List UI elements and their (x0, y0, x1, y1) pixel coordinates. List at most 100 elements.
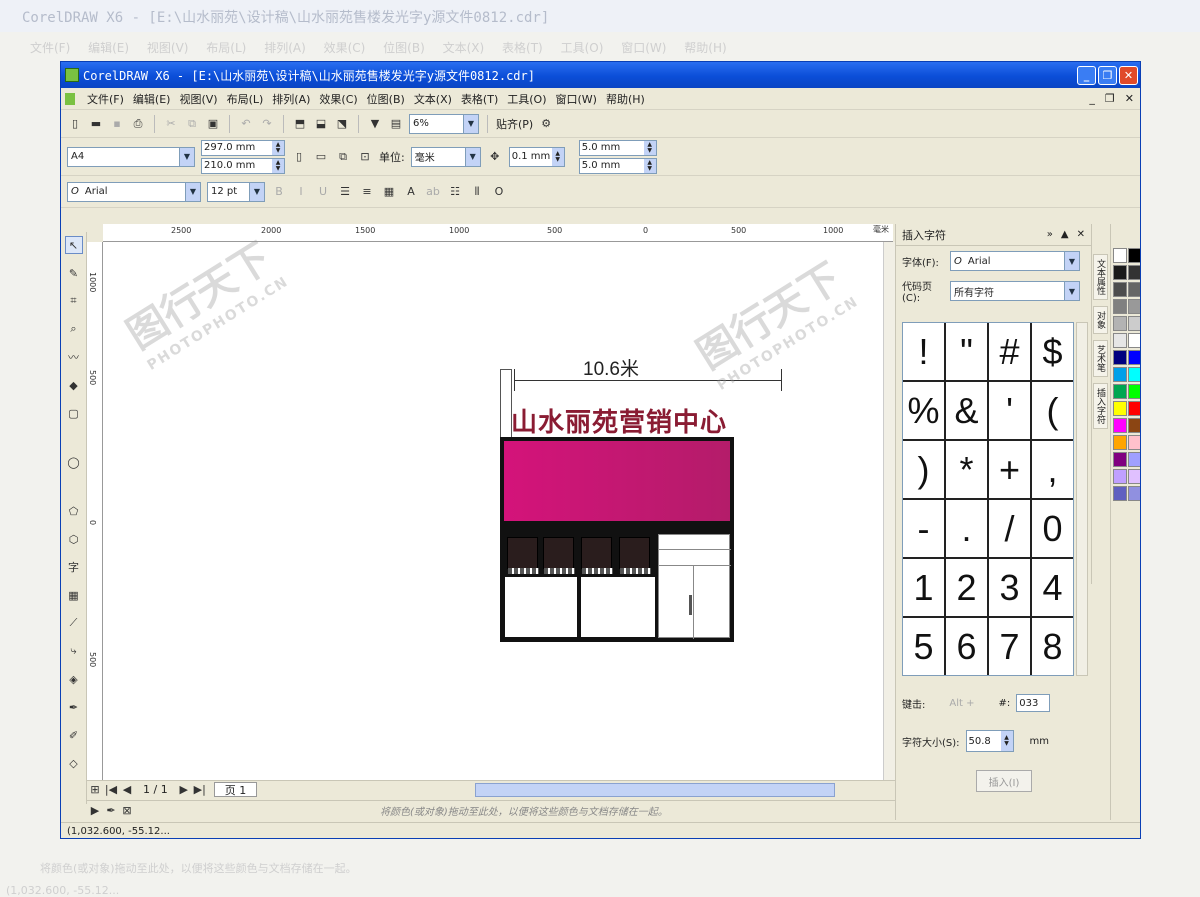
color-swatch[interactable] (1113, 452, 1127, 467)
character-cell[interactable]: 5 (903, 618, 946, 675)
awning[interactable] (619, 537, 651, 574)
blend-tool-icon[interactable]: ◈ (65, 670, 83, 688)
maximize-button[interactable]: ❐ (1098, 65, 1117, 85)
color-swatch[interactable] (1128, 299, 1140, 314)
character-cell[interactable]: 2 (946, 559, 989, 618)
unit-combo[interactable]: 毫米 ▼ (410, 146, 481, 167)
portrait-icon[interactable]: ▯ (291, 149, 307, 165)
menu-tools[interactable]: 工具(O) (507, 91, 546, 107)
character-cell[interactable]: 1 (903, 559, 946, 618)
dimension-tool-icon[interactable]: ⟋ (65, 614, 83, 632)
options-icon[interactable]: ⚙ (538, 116, 554, 132)
minimize-button[interactable]: _ (1077, 65, 1096, 85)
bold-icon[interactable]: B (271, 184, 287, 200)
horizontal-text-icon[interactable]: ☷ (447, 184, 463, 200)
color-swatch[interactable] (1128, 350, 1140, 365)
menu-window[interactable]: 窗口(W) (556, 91, 597, 107)
awning[interactable] (581, 537, 613, 574)
shop-window[interactable] (505, 577, 577, 637)
close-button[interactable]: ✕ (1119, 65, 1138, 85)
tab-artistic-media[interactable]: 艺术笔 (1093, 340, 1108, 377)
last-page-icon[interactable]: ▶| (192, 782, 208, 798)
character-cell[interactable]: 6 (946, 618, 989, 675)
color-swatch[interactable] (1128, 367, 1140, 382)
copy-icon[interactable]: ⧉ (184, 116, 200, 132)
connector-tool-icon[interactable]: ⤷ (65, 642, 83, 660)
zoom-tool-icon[interactable]: ⌕ (65, 320, 83, 338)
print-icon[interactable]: ⎙ (130, 116, 146, 132)
page-size-combo[interactable]: A4 ▼ (67, 146, 195, 167)
character-cell[interactable]: 8 (1032, 618, 1073, 675)
color-swatch[interactable] (1113, 486, 1127, 501)
freehand-tool-icon[interactable]: 〰 (65, 348, 83, 366)
color-swatch[interactable] (1113, 384, 1127, 399)
nudge-input[interactable]: 0.1 mm ▲ ▼ (508, 146, 565, 167)
bullet-list-icon[interactable]: ≡ (359, 184, 375, 200)
insert-button[interactable]: 插入(I) (976, 770, 1032, 792)
italic-icon[interactable]: I (293, 184, 309, 200)
export-icon[interactable]: ⬓ (313, 116, 329, 132)
color-swatch[interactable] (1113, 265, 1127, 280)
menu-text[interactable]: 文本(X) (414, 91, 452, 107)
character-cell[interactable]: 7 (989, 618, 1032, 675)
all-pages-icon[interactable]: ⧉ (335, 149, 351, 165)
font-size-combo[interactable]: 12 pt ▼ (207, 181, 265, 202)
character-cell[interactable]: 3 (989, 559, 1032, 618)
docker-expand-icon[interactable]: » (1047, 229, 1053, 240)
codepage-combo[interactable]: 所有字符 ▼ (950, 281, 1080, 301)
character-cell[interactable]: * (946, 441, 989, 500)
docker-font-combo[interactable]: O Arial ▼ (950, 251, 1080, 271)
character-cell[interactable]: " (946, 323, 989, 382)
edit-text-icon[interactable]: ab (425, 184, 441, 200)
code-input[interactable]: 033 (1016, 694, 1051, 712)
polygon-tool-icon[interactable]: ⬠ (65, 502, 83, 520)
color-swatch[interactable] (1113, 248, 1127, 263)
character-cell[interactable]: - (903, 500, 946, 559)
doc-restore-icon[interactable]: ❐ (1105, 92, 1115, 105)
docker-collapse-icon[interactable]: ▲ (1061, 229, 1069, 240)
color-swatch[interactable] (1128, 418, 1140, 433)
awning[interactable] (543, 537, 575, 574)
menu-bitmaps[interactable]: 位图(B) (367, 91, 405, 107)
welcome-screen-icon[interactable]: ▤ (388, 116, 404, 132)
menu-arrange[interactable]: 排列(A) (272, 91, 310, 107)
drop-cap-icon[interactable]: ▦ (381, 184, 397, 200)
duplicate-x-input[interactable]: 5.0 mm ▲ ▼ (578, 139, 657, 156)
palette-menu-icon[interactable]: ▶ (87, 803, 103, 819)
cut-icon[interactable]: ✂ (163, 116, 179, 132)
table-tool-icon[interactable]: ▦ (65, 586, 83, 604)
color-swatch[interactable] (1113, 367, 1127, 382)
title-bar[interactable]: CorelDRAW X6 - [E:\山水丽苑\设计稿\山水丽苑售楼发光字y源文… (61, 62, 1140, 88)
tab-objects[interactable]: 对象 (1093, 306, 1108, 334)
next-page-icon[interactable]: ▶ (176, 782, 192, 798)
character-cell[interactable]: + (989, 441, 1032, 500)
publish-pdf-icon[interactable]: ⬔ (334, 116, 350, 132)
color-swatch[interactable] (1128, 248, 1140, 263)
entrance-door[interactable] (658, 534, 731, 639)
prev-page-icon[interactable]: ◀ (119, 782, 135, 798)
color-swatch[interactable] (1113, 282, 1127, 297)
character-cell[interactable]: 4 (1032, 559, 1073, 618)
page-width-input[interactable]: 297.0 mm ▲ ▼ (201, 139, 285, 156)
character-grid-scrollbar[interactable] (1076, 322, 1088, 676)
text-align-icon[interactable]: ☰ (337, 184, 353, 200)
doc-close-icon[interactable]: ✕ (1125, 92, 1134, 105)
character-cell[interactable]: . (946, 500, 989, 559)
eyedropper-tool-icon[interactable]: ✒ (65, 698, 83, 716)
color-swatch[interactable] (1113, 418, 1127, 433)
character-cell[interactable]: % (903, 382, 946, 441)
no-color-icon[interactable]: ⊠ (119, 803, 135, 819)
menu-file[interactable]: 文件(F) (87, 91, 124, 107)
paste-icon[interactable]: ▣ (205, 116, 221, 132)
fill-tool-icon[interactable]: ◇ (65, 754, 83, 772)
character-cell[interactable]: ( (1032, 382, 1073, 441)
color-swatch[interactable] (1128, 401, 1140, 416)
horizontal-scrollbar[interactable] (475, 782, 836, 797)
color-swatch[interactable] (1113, 469, 1127, 484)
color-swatch[interactable] (1113, 299, 1127, 314)
char-size-input[interactable]: 50.8 ▲ ▼ (965, 730, 1014, 752)
menu-help[interactable]: 帮助(H) (606, 91, 645, 107)
landscape-icon[interactable]: ▭ (313, 149, 329, 165)
color-swatch[interactable] (1113, 333, 1127, 348)
character-cell[interactable]: 0 (1032, 500, 1073, 559)
